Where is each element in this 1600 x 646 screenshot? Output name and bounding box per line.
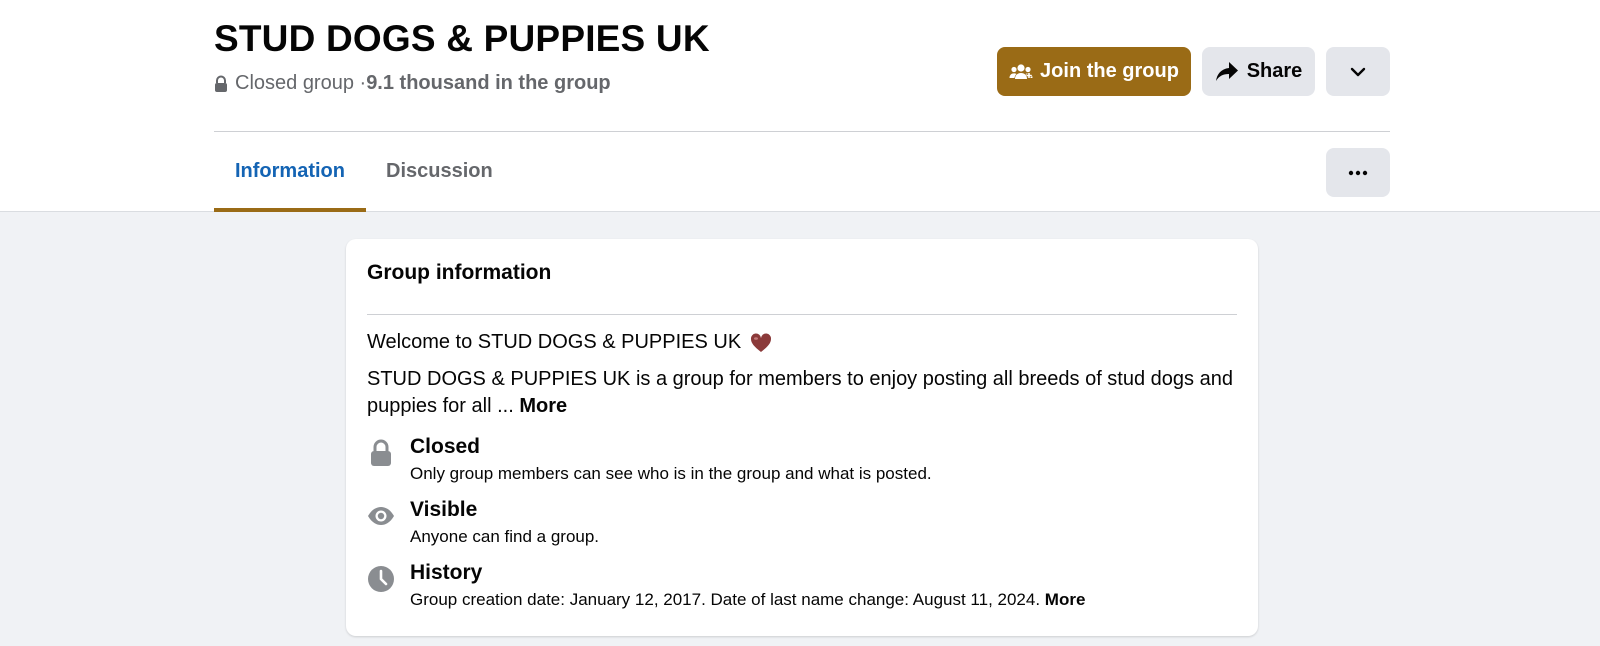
people-plus-icon xyxy=(1009,63,1033,79)
group-description: STUD DOGS & PUPPIES UK is a group for me… xyxy=(367,366,1237,420)
group-privacy: Closed group · xyxy=(235,72,367,94)
welcome-line: Welcome to STUD DOGS & PUPPIES UK xyxy=(367,331,772,354)
member-count: 9.1 thousand in the group xyxy=(366,72,611,94)
info-item-text: Group creation date: January 12, 2017. D… xyxy=(410,590,1085,610)
join-group-button[interactable]: Join the group xyxy=(997,47,1191,96)
group-subtitle: Closed group · 9.1 thousand in the group xyxy=(214,72,611,95)
join-button-label: Join the group xyxy=(1040,60,1179,82)
description-more-link[interactable]: More xyxy=(519,395,567,417)
tab-discussion[interactable]: Discussion xyxy=(386,131,493,212)
info-item-title: History xyxy=(410,561,483,584)
share-button[interactable]: Share xyxy=(1202,47,1315,96)
card-divider xyxy=(367,314,1237,315)
ellipsis-icon xyxy=(1348,170,1368,175)
chevron-down-icon xyxy=(1350,67,1366,76)
tabs-more-button[interactable] xyxy=(1326,148,1390,197)
group-information-card: Group information Welcome to STUD DOGS &… xyxy=(346,239,1258,636)
info-item-title: Visible xyxy=(410,498,478,521)
share-button-label: Share xyxy=(1246,60,1303,82)
share-arrow-icon xyxy=(1215,61,1238,81)
welcome-text: Welcome to STUD DOGS & PUPPIES UK xyxy=(367,331,742,353)
tab-discussion-label: Discussion xyxy=(386,160,493,182)
clock-icon xyxy=(367,565,395,593)
description-text: STUD DOGS & PUPPIES UK is a group for me… xyxy=(367,368,1233,417)
info-item-text: Anyone can find a group. xyxy=(410,527,600,546)
eye-icon xyxy=(367,502,395,530)
card-title: Group information xyxy=(367,261,552,284)
tab-information[interactable]: Information xyxy=(214,131,366,212)
history-text: Group creation date: January 12, 2017. D… xyxy=(410,590,1045,609)
history-more-link[interactable]: More xyxy=(1045,590,1086,609)
heart-icon xyxy=(751,332,772,352)
more-options-dropdown[interactable] xyxy=(1326,47,1390,96)
info-item-title: Closed xyxy=(410,435,481,458)
info-item-text: Only group members can see who is in the… xyxy=(410,464,932,483)
group-title: STUD DOGS & PUPPIES UK xyxy=(214,18,710,59)
group-header: STUD DOGS & PUPPIES UK Closed group · 9.… xyxy=(0,0,1600,212)
lock-icon xyxy=(215,75,227,92)
lock-icon xyxy=(367,439,395,467)
tab-information-label: Information xyxy=(235,160,345,182)
